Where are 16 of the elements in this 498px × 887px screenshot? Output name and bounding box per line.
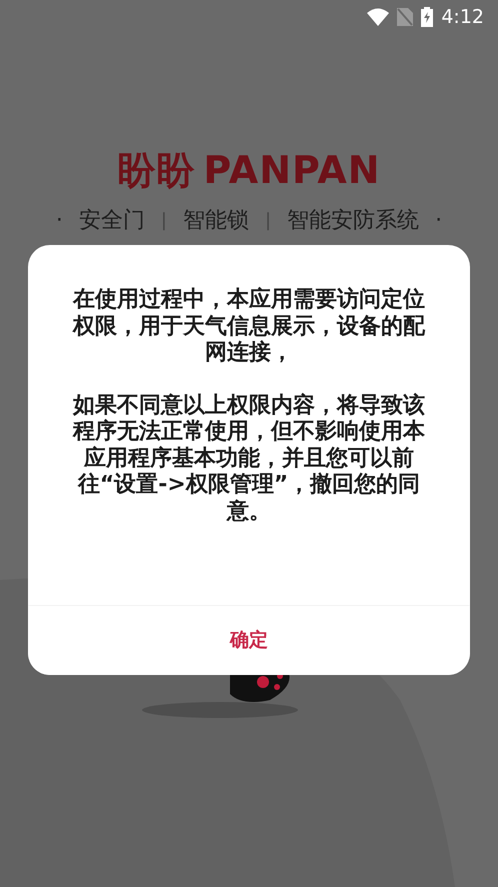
dialog-message: 如果不同意以上权限内容，将导致该程序无法正常使用，但不影响使用本应用程序基本功能，并且您可以前往“设置->权限管理”，撤回您的同意。 (72, 392, 426, 525)
battery-charging-icon (421, 7, 434, 27)
separator: | (160, 209, 167, 233)
confirm-button[interactable]: 确定 (28, 605, 470, 675)
tagline-item: 智能锁 (183, 207, 249, 235)
bullet-dot: · (56, 207, 63, 235)
no-sim-icon (397, 8, 414, 26)
tagline-item: 智能安防系统 (287, 207, 420, 235)
wifi-icon (367, 8, 390, 26)
status-time: 4:12 (441, 4, 484, 30)
logo-latin: PANPAN (203, 147, 381, 194)
separator: | (265, 209, 272, 233)
tagline-item: 安全门 (78, 207, 145, 235)
bullet-dot: · (435, 207, 442, 235)
logo-chinese: 盼盼 (117, 147, 196, 194)
dialog-message: 在使用过程中，本应用需要访问定位权限，用于天气信息展示，设备的配网连接， (71, 287, 426, 366)
